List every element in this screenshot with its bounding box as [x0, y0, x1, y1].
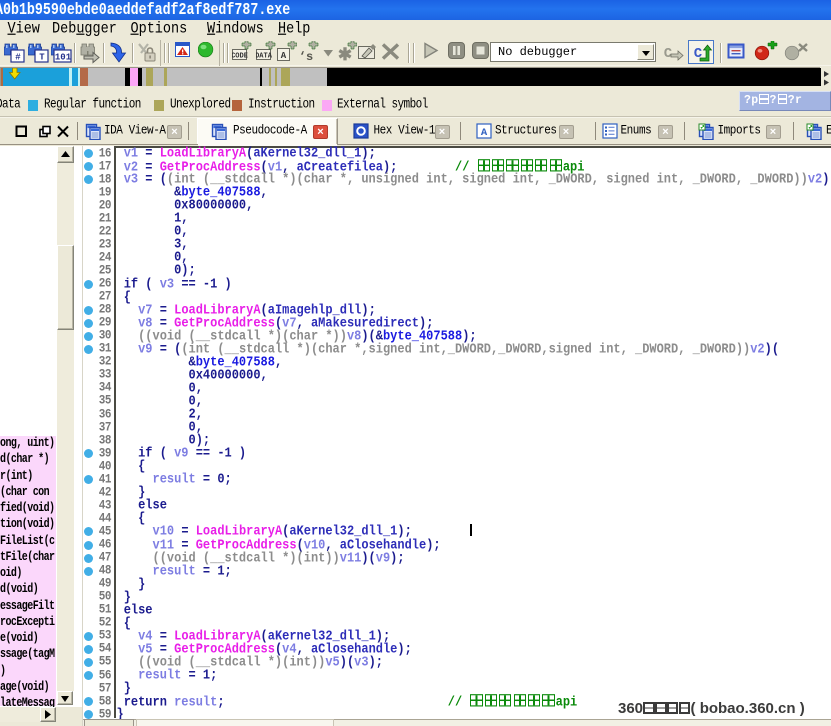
- svg-text:‘s: ‘s: [299, 50, 313, 64]
- svg-text:T: T: [39, 53, 45, 63]
- svg-text:CODE: CODE: [232, 53, 248, 61]
- svg-text:DATA: DATA: [256, 53, 273, 61]
- svg-text:A: A: [480, 127, 487, 139]
- svg-text:✱: ✱: [338, 45, 352, 64]
- svg-text:A: A: [281, 51, 287, 61]
- svg-text:101: 101: [54, 53, 71, 63]
- svg-text:#: #: [15, 53, 21, 63]
